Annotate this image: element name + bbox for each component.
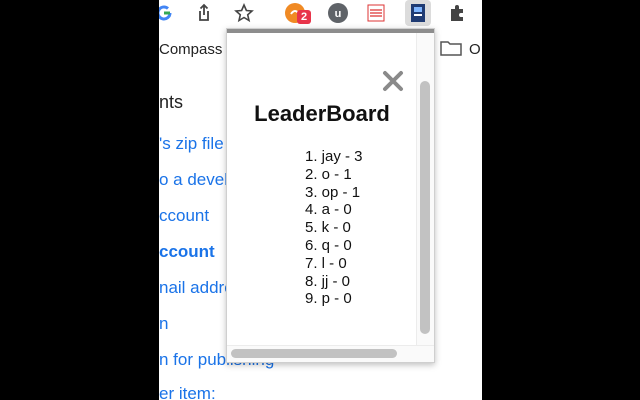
bookmark-compass[interactable]: Compass [159, 41, 222, 58]
browser-toolbar: 2 u [159, 0, 482, 28]
leaderboard-entry: 6. q - 0 [305, 236, 352, 254]
horizontal-scrollbar-thumb[interactable] [231, 349, 397, 358]
leaderboard-entry: 3. op - 1 [305, 183, 361, 201]
extension-3-icon[interactable] [365, 2, 387, 24]
extension-2-icon[interactable]: u [327, 2, 349, 24]
leaderboard-entry: 8. jj - 0 [305, 272, 351, 290]
google-logo-icon[interactable] [159, 2, 175, 24]
leaderboard-entry: 9. p - 0 [305, 290, 352, 308]
close-icon[interactable] [380, 68, 406, 94]
bookmark-other[interactable]: O [469, 41, 481, 58]
page-link[interactable]: o a devel [159, 170, 228, 190]
leaderboard-entry: 1. jay - 3 [305, 148, 363, 165]
page-link[interactable]: nail addre [159, 278, 234, 298]
star-bookmark-icon[interactable] [233, 2, 255, 24]
svg-text:u: u [335, 8, 342, 20]
page-link[interactable]: ccount [159, 206, 209, 226]
leaderboard-list: 1. jay - 3 2. o - 1 3. op - 1 4. a - 0 5… [305, 148, 363, 308]
extension-badge: 2 [297, 10, 311, 24]
page-link[interactable]: 's zip file [159, 134, 224, 154]
page-link[interactable]: n [159, 314, 168, 334]
puzzle-extensions-icon[interactable] [446, 2, 468, 24]
page-link[interactable]: er item: [159, 384, 216, 400]
leaderboard-entry: 5. k - 0 [305, 219, 351, 237]
share-icon[interactable] [193, 2, 215, 24]
leaderboard-title: LeaderBoard [254, 101, 390, 126]
vertical-scrollbar-thumb[interactable] [420, 81, 430, 334]
folder-icon[interactable] [440, 40, 462, 61]
page-heading: nts [159, 92, 184, 112]
leaderboard-entry: 7. l - 0 [305, 254, 347, 272]
page-link[interactable]: ccount [159, 242, 215, 262]
leaderboard-entry: 4. a - 0 [305, 201, 352, 219]
leaderboard-entry: 2. o - 1 [305, 165, 352, 183]
popup-top-border [227, 29, 434, 33]
extension-leaderboard-icon[interactable] [405, 0, 431, 26]
leaderboard-popup: LeaderBoard 1. jay - 3 2. o - 1 3. op - … [226, 28, 435, 363]
